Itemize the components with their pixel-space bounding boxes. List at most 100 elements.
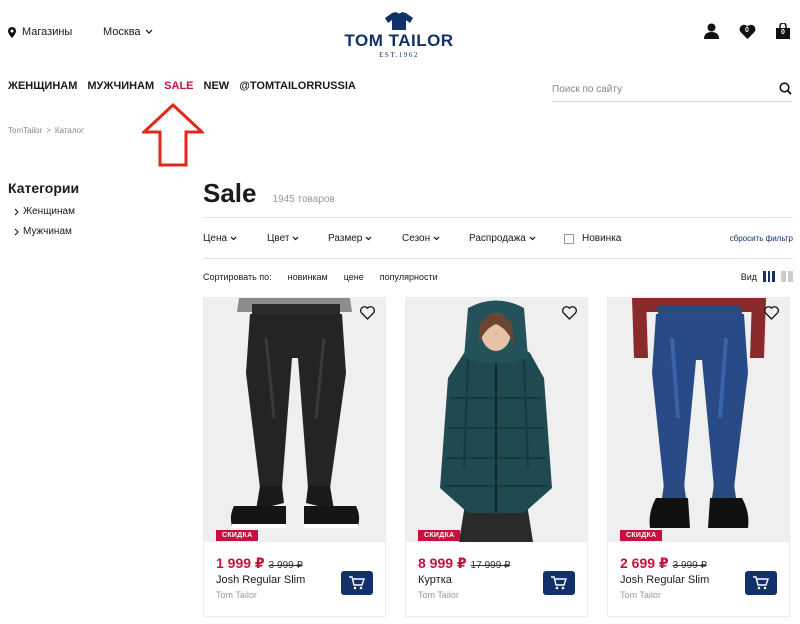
heart-outline-icon[interactable] — [360, 306, 375, 320]
discount-badge: СКИДКА — [620, 530, 663, 541]
reset-filter-link[interactable]: сбросить фильтр — [730, 234, 793, 243]
cart-icon — [551, 576, 567, 590]
breadcrumb-separator: > — [46, 126, 51, 135]
divider — [203, 217, 793, 218]
chevron-down-icon — [433, 236, 440, 241]
brand-logo[interactable]: TOM TAILOR EST.1962 — [334, 12, 464, 62]
account-button[interactable] — [702, 22, 720, 40]
sort-option-new[interactable]: новинкам — [288, 272, 328, 282]
old-price: 17 999 ₽ — [470, 560, 511, 571]
current-price: 8 999 ₽ — [418, 555, 467, 571]
jeans-photo — [204, 298, 385, 542]
user-icon — [703, 23, 719, 39]
filter-label: Размер — [328, 233, 363, 244]
grid-two-icon[interactable] — [781, 271, 793, 282]
price-block: 1 999 ₽ 3 999 ₽ — [216, 555, 303, 572]
search-input[interactable] — [552, 78, 762, 100]
add-to-cart-button[interactable] — [745, 571, 777, 595]
heart-outline-icon[interactable] — [764, 306, 779, 320]
shirt-logo-icon — [385, 12, 413, 30]
product-image[interactable] — [608, 298, 789, 542]
current-price: 2 699 ₽ — [620, 555, 669, 571]
filter-sale[interactable]: Распродажа — [469, 233, 536, 244]
discount-badge: СКИДКА — [216, 530, 259, 541]
cart-count: 0 — [781, 29, 785, 36]
annotation-arrow-icon — [142, 103, 204, 167]
sidebar-categories: Категории Женщинам Мужчинам — [8, 180, 79, 246]
filter-season[interactable]: Сезон — [402, 233, 440, 244]
chevron-down-icon — [529, 236, 536, 241]
filter-size[interactable]: Размер — [328, 233, 372, 244]
sort-option-price[interactable]: цене — [344, 272, 364, 282]
product-image[interactable] — [204, 298, 385, 542]
discount-badge: СКИДКА — [418, 530, 461, 541]
search-icon[interactable] — [779, 82, 792, 95]
price-block: 8 999 ₽ 17 999 ₽ — [418, 555, 510, 572]
product-image[interactable] — [406, 298, 587, 542]
search-box — [552, 78, 792, 102]
top-bar: Магазины Москва TOM TAILOR EST.1962 0 0 — [0, 0, 800, 70]
product-brand: Tom Tailor — [216, 590, 257, 600]
nav-instagram[interactable]: @TOMTAILORRUSSIA — [239, 80, 356, 92]
wishlist-button[interactable]: 0 — [738, 22, 756, 40]
breadcrumb-current[interactable]: Каталог — [55, 126, 84, 135]
breadcrumb-home[interactable]: TomTailor — [8, 126, 42, 135]
add-to-cart-button[interactable] — [341, 571, 373, 595]
catalog-header: Sale 1945 товаров — [203, 178, 335, 209]
filter-price[interactable]: Цена — [203, 233, 237, 244]
divider — [203, 258, 793, 259]
city-selector[interactable]: Москва — [103, 26, 153, 38]
stores-link[interactable]: Магазины — [8, 26, 72, 38]
chevron-down-icon — [365, 236, 372, 241]
product-brand: Tom Tailor — [418, 590, 459, 600]
product-name[interactable]: Куртка — [418, 574, 452, 586]
filter-color[interactable]: Цвет — [267, 233, 299, 244]
old-price: 3 999 ₽ — [268, 560, 303, 571]
sort-bar: Сортировать по: новинкам цене популярнос… — [203, 271, 793, 282]
logo-est: EST.1962 — [379, 51, 419, 59]
header-icons: 0 0 — [702, 22, 792, 40]
sidebar-item-label: Женщинам — [23, 206, 75, 217]
product-name[interactable]: Josh Regular Slim — [620, 574, 709, 586]
novelty-checkbox[interactable] — [564, 233, 574, 244]
product-brand: Tom Tailor — [620, 590, 661, 600]
chevron-down-icon — [230, 236, 237, 241]
view-label: Вид — [740, 271, 757, 282]
product-count: 1945 товаров — [272, 194, 335, 205]
product-name[interactable]: Josh Regular Slim — [216, 574, 305, 586]
product-card[interactable]: СКИДКА 2 699 ₽ 3 999 ₽ Josh Regular Slim… — [607, 297, 790, 617]
grid-three-icon[interactable] — [763, 271, 776, 282]
filter-label: Цвет — [267, 233, 290, 244]
sort-label: Сортировать по: — [203, 272, 272, 282]
wishlist-count: 0 — [745, 27, 749, 34]
nav-men[interactable]: МУЖЧИНАМ — [87, 80, 154, 92]
product-card[interactable]: СКИДКА 1 999 ₽ 3 999 ₽ Josh Regular Slim… — [203, 297, 386, 617]
sidebar-item-women[interactable]: Женщинам — [14, 206, 79, 217]
filter-label: Новинка — [582, 233, 622, 244]
cart-button[interactable]: 0 — [774, 22, 792, 40]
product-card[interactable]: СКИДКА 8 999 ₽ 17 999 ₽ Куртка Tom Tailo… — [405, 297, 588, 617]
filter-bar: Цена Цвет Размер Сезон Распродажа Новинк… — [203, 233, 793, 247]
cart-icon — [753, 576, 769, 590]
cart-icon — [349, 576, 365, 590]
filter-label: Распродажа — [469, 233, 526, 244]
sort-option-popularity[interactable]: популярности — [380, 272, 438, 282]
old-price: 3 999 ₽ — [672, 560, 707, 571]
jeans-photo — [608, 298, 789, 542]
logo-text: TOM TAILOR — [344, 31, 454, 50]
sidebar-item-men[interactable]: Мужчинам — [14, 226, 79, 237]
heart-outline-icon[interactable] — [562, 306, 577, 320]
nav-women[interactable]: ЖЕНЩИНАМ — [8, 80, 77, 92]
stores-label: Магазины — [22, 26, 73, 38]
nav-new[interactable]: NEW — [204, 80, 230, 92]
filter-novelty[interactable]: Новинка — [564, 233, 621, 244]
chevron-down-icon — [292, 236, 299, 241]
current-price: 1 999 ₽ — [216, 555, 265, 571]
add-to-cart-button[interactable] — [543, 571, 575, 595]
main-nav: ЖЕНЩИНАМ МУЖЧИНАМ SALE NEW @TOMTAILORRUS… — [8, 80, 356, 92]
chevron-right-icon — [14, 208, 19, 215]
filter-label: Сезон — [402, 233, 431, 244]
nav-sale[interactable]: SALE — [164, 80, 193, 92]
view-switcher: Вид — [741, 271, 793, 282]
sidebar-item-label: Мужчинам — [23, 226, 72, 237]
